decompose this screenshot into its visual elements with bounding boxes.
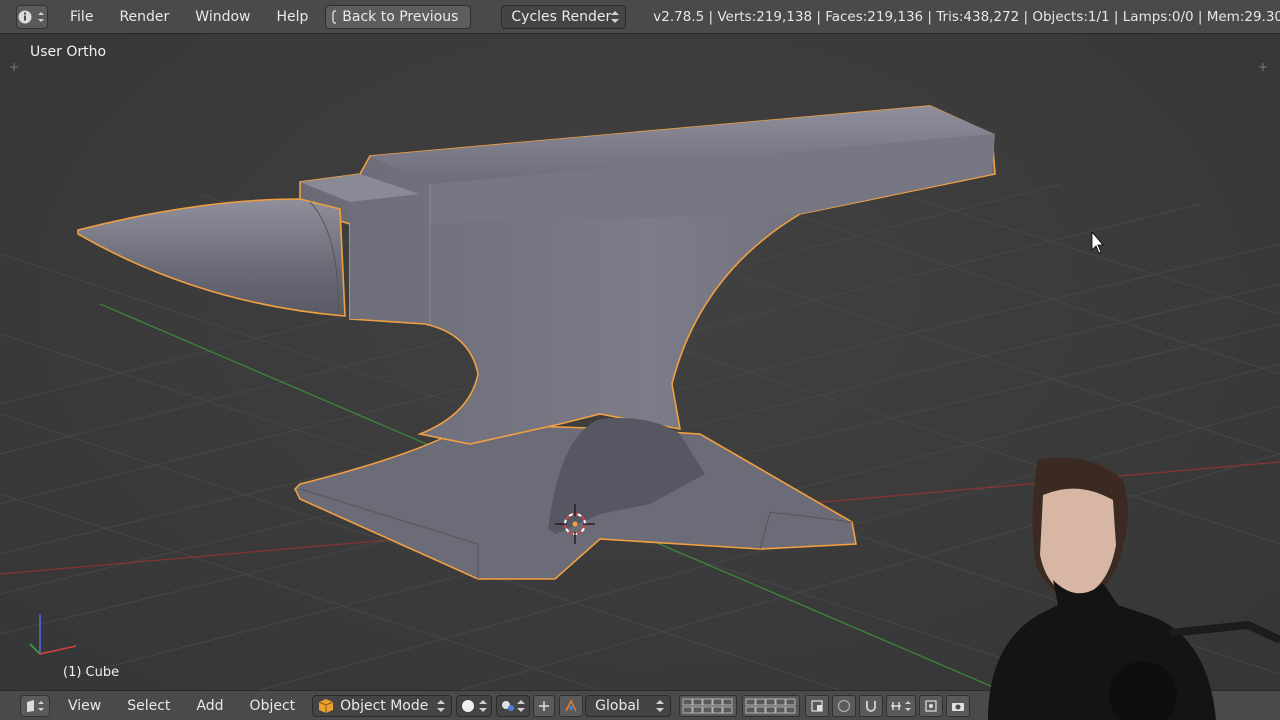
orientation-label: Global xyxy=(595,697,640,714)
manipulator-icon xyxy=(539,700,550,711)
menu-help[interactable]: Help xyxy=(263,9,321,25)
render-engine-label: Cycles Render xyxy=(511,8,612,25)
top-header-bar: File Render Window Help Back to Previous… xyxy=(0,0,1280,34)
back-to-previous-label: Back to Previous xyxy=(342,8,459,25)
snap-element-button[interactable] xyxy=(886,694,917,717)
magnet-icon xyxy=(866,700,877,712)
menu-add[interactable]: Add xyxy=(183,698,236,714)
object-mode-icon xyxy=(318,698,334,713)
scene-statistics: v2.78.5 | Verts:219,138 | Faces:219,136 … xyxy=(653,8,1280,25)
snap-increment-icon xyxy=(891,700,912,711)
menu-object[interactable]: Object xyxy=(237,698,309,714)
webcam-presenter-overlay xyxy=(988,457,1280,720)
layer-boxes-icon xyxy=(745,698,796,713)
axis-gizmo-icon xyxy=(29,614,77,655)
layer-boxes-icon xyxy=(682,698,733,713)
pivot-point-select[interactable] xyxy=(496,694,531,717)
corner-widget-right-icon[interactable]: + xyxy=(1257,61,1269,73)
transform-gizmo-icon xyxy=(565,698,577,711)
orientation-select[interactable]: Global xyxy=(585,694,672,717)
menu-view[interactable]: View xyxy=(55,698,114,714)
manipulator-toggle-button[interactable] xyxy=(533,694,556,717)
info-icon xyxy=(18,10,44,23)
updown-arrows-icon xyxy=(656,699,665,712)
back-screen-icon xyxy=(332,9,337,24)
back-to-previous-button[interactable]: Back to Previous xyxy=(325,4,472,29)
proportional-edit-icon xyxy=(838,699,851,712)
3d-view-icon xyxy=(27,699,44,712)
anvil-mesh[interactable] xyxy=(77,105,996,580)
render-engine-select[interactable]: Cycles Render xyxy=(501,4,627,29)
snap-target-icon xyxy=(925,699,937,712)
lock-layers-button[interactable] xyxy=(805,694,830,717)
menu-window[interactable]: Window xyxy=(182,9,263,25)
mode-select[interactable]: Object Mode xyxy=(312,694,453,717)
pivot-icon xyxy=(502,700,515,711)
layers-grid-2[interactable] xyxy=(742,694,801,717)
snap-target-button[interactable] xyxy=(919,694,944,717)
editor-type-button[interactable] xyxy=(16,4,48,29)
active-object-label: (1) Cube xyxy=(63,665,120,680)
mode-label: Object Mode xyxy=(340,697,429,714)
updown-arrows-icon xyxy=(437,699,446,712)
menu-render[interactable]: Render xyxy=(106,9,182,25)
menu-select[interactable]: Select xyxy=(114,698,183,714)
layers-grid-1[interactable] xyxy=(679,694,738,717)
menu-file[interactable]: File xyxy=(57,9,106,25)
updown-arrows-icon xyxy=(479,699,488,712)
transform-manipulator-button[interactable] xyxy=(559,694,584,717)
viewport-shading-select[interactable] xyxy=(456,694,493,717)
view-label: User Ortho xyxy=(30,44,107,60)
mouse-pointer-icon xyxy=(1091,230,1104,254)
viewport-editor-type-button[interactable] xyxy=(20,694,50,717)
snap-toggle-button[interactable] xyxy=(859,694,884,717)
corner-widget-left-icon[interactable]: + xyxy=(8,61,20,73)
solid-shading-icon xyxy=(462,699,475,712)
updown-arrows-icon xyxy=(517,699,526,712)
proportional-edit-button[interactable] xyxy=(832,694,857,717)
layer-lock-icon xyxy=(811,699,823,712)
updown-arrows-icon xyxy=(611,10,620,23)
